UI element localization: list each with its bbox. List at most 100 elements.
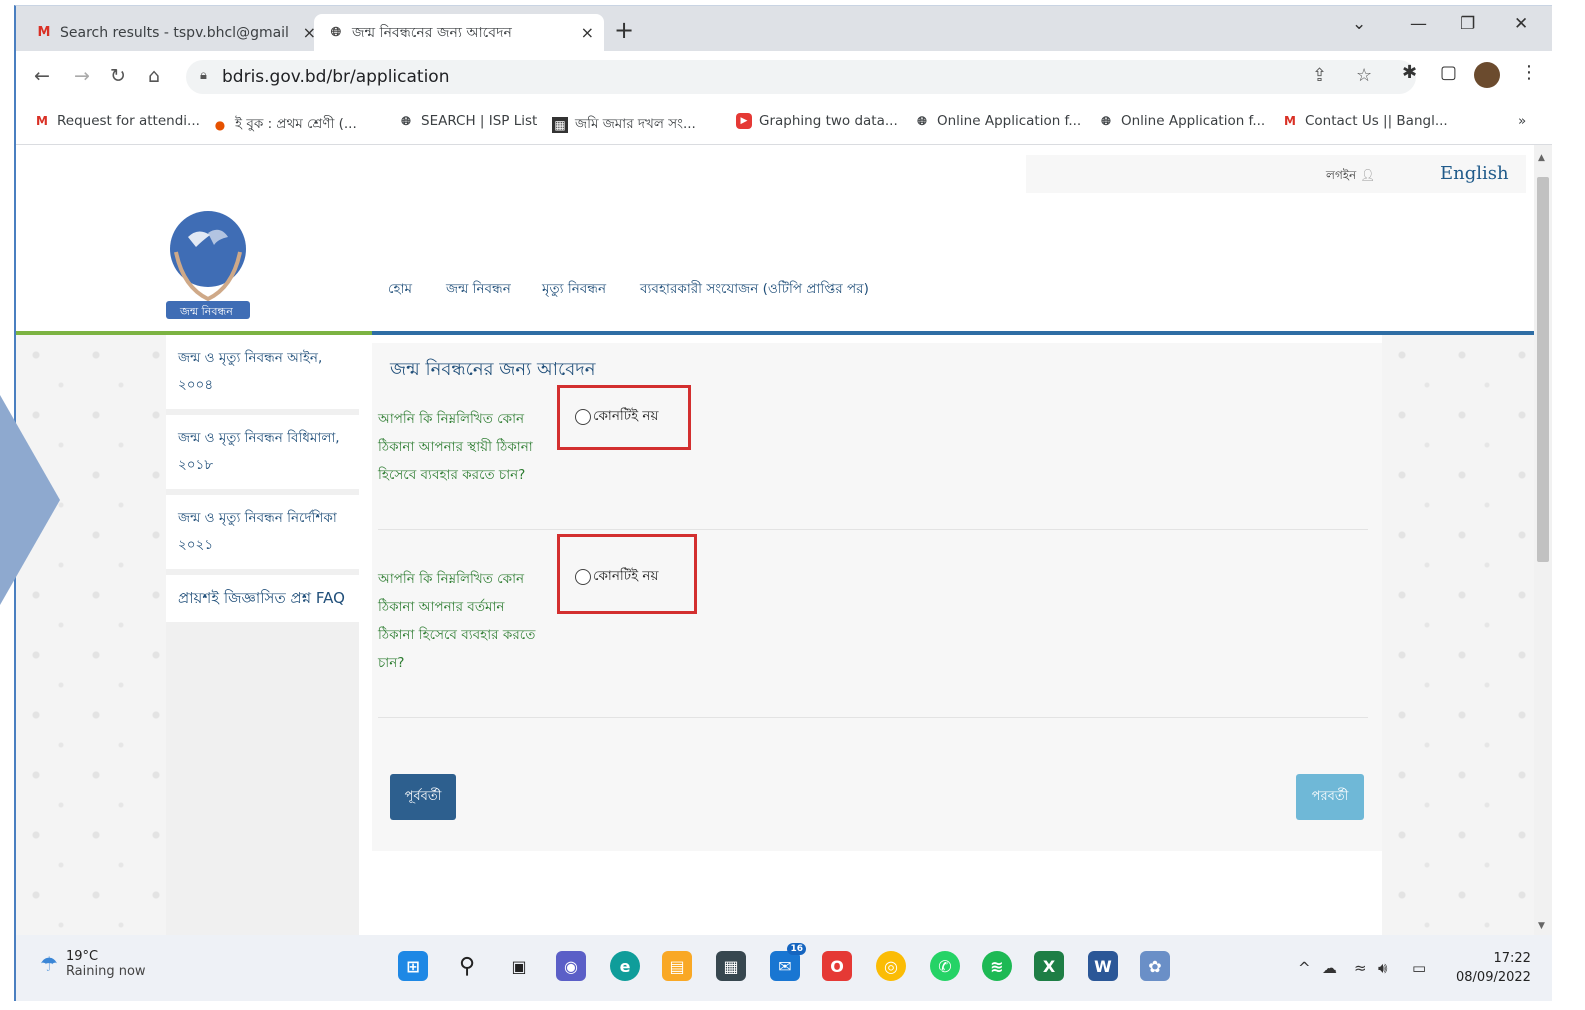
bookmark-item[interactable]: 🌐︎ SEARCH | ISP List bbox=[398, 113, 537, 129]
tab-label: জন্ম নিবন্ধনের জন্য আবেদন bbox=[352, 24, 512, 41]
lock-icon: 🔒︎ bbox=[200, 68, 207, 83]
word-icon[interactable]: W bbox=[1088, 951, 1118, 981]
nav-birth-registration[interactable]: জন্ম নিবন্ধন bbox=[446, 278, 511, 301]
option-label: কোনটিই নয় bbox=[593, 408, 659, 424]
divider bbox=[378, 717, 1368, 718]
forward-icon[interactable]: → bbox=[74, 65, 90, 87]
application-form: জন্ম নিবন্ধনের জন্য আবেদন আপনি কি নিম্নল… bbox=[372, 343, 1382, 851]
tab-active[interactable]: 🌐︎ জন্ম নিবন্ধনের জন্য আবেদন × bbox=[314, 14, 604, 51]
search-icon[interactable]: ⚲ bbox=[452, 951, 482, 981]
rain-icon: ☂ bbox=[40, 952, 58, 976]
task-view-icon[interactable]: ▣ bbox=[504, 951, 534, 981]
office-icon[interactable]: O bbox=[822, 951, 852, 981]
volume-icon[interactable]: 🔊︎ bbox=[1378, 959, 1387, 977]
bookmark-item[interactable]: ▶ Graphing two data... bbox=[736, 113, 898, 129]
menu-icon[interactable]: ⋮ bbox=[1520, 62, 1538, 83]
address-bar[interactable]: 🔒︎ bdris.gov.bd/br/application ⇪ ☆ bbox=[186, 60, 1416, 94]
tab-label: Search results - tspv.bhcl@gmail bbox=[60, 24, 289, 41]
site-logo[interactable]: জন্ম নিবন্ধন bbox=[158, 207, 258, 325]
bookmark-item[interactable]: ● ই বুক : প্রথম শ্রেণী (... bbox=[212, 113, 357, 136]
nav-death-registration[interactable]: মৃত্যু নিবন্ধন bbox=[542, 278, 606, 301]
youtube-icon: ▶ bbox=[736, 113, 752, 129]
scrollbar[interactable]: ▲ ▼ bbox=[1534, 145, 1552, 935]
extensions-icon[interactable]: ✱ bbox=[1402, 62, 1417, 83]
bookmark-item[interactable]: M Request for attendi... bbox=[34, 113, 200, 129]
background-pattern bbox=[1382, 335, 1534, 935]
bookmarks-overflow[interactable]: » bbox=[1518, 113, 1526, 129]
tab-search-icon[interactable]: ⌄ bbox=[1352, 14, 1366, 34]
edge-icon[interactable]: e bbox=[610, 951, 640, 981]
bookmark-item[interactable]: 🌐︎ Online Application f... bbox=[1098, 113, 1265, 129]
back-icon[interactable]: ← bbox=[34, 65, 50, 87]
bookmark-label: Online Application f... bbox=[937, 113, 1082, 129]
option-none-permanent[interactable]: কোনটিই নয় bbox=[575, 405, 658, 428]
star-icon[interactable]: ☆ bbox=[1356, 65, 1372, 86]
reload-icon[interactable]: ↻ bbox=[110, 65, 126, 87]
divider bbox=[378, 529, 1368, 530]
wifi-icon[interactable]: ≈ bbox=[1354, 959, 1367, 977]
tab-strip: M Search results - tspv.bhcl@gmail × 🌐︎ … bbox=[16, 6, 1552, 51]
chat-icon[interactable]: ◉ bbox=[556, 951, 586, 981]
weather-widget[interactable]: ☂ 19°C Raining now bbox=[40, 949, 146, 979]
time: 17:22 bbox=[1493, 951, 1531, 966]
toolbar: ← → ↻ ⌂ 🔒︎ bdris.gov.bd/br/application ⇪… bbox=[16, 51, 1552, 101]
header-divider bbox=[372, 331, 1534, 335]
file-explorer-icon[interactable]: ▤ bbox=[662, 951, 692, 981]
whatsapp-icon[interactable]: ✆ bbox=[930, 951, 960, 981]
question-permanent-address: আপনি কি নিম্নলিখিত কোন ঠিকানা আপনার স্থা… bbox=[378, 411, 533, 483]
bookmark-item[interactable]: 🌐︎ Online Application f... bbox=[914, 113, 1081, 129]
excel-icon[interactable]: X bbox=[1034, 951, 1064, 981]
sidebar-item-rules[interactable]: জন্ম ও মৃত্যু নিবন্ধন বিধিমালা, ২০১৮ bbox=[166, 415, 359, 489]
minimize-icon[interactable]: — bbox=[1410, 14, 1427, 34]
bookmark-item[interactable]: M Contact Us || Bangl... bbox=[1282, 113, 1448, 129]
orange-circle-icon: ● bbox=[214, 117, 226, 132]
login-label: লগইন bbox=[1326, 168, 1357, 182]
nav-home[interactable]: হোম bbox=[388, 278, 412, 301]
login-link[interactable]: লগইন 👤︎ bbox=[1326, 167, 1375, 187]
scroll-down-icon[interactable]: ▼ bbox=[1538, 921, 1545, 931]
web-page: লগইন 👤︎ English জন্ম নিবন্ধন হোম জন্ম নি… bbox=[16, 145, 1534, 935]
window-close-icon[interactable]: ✕ bbox=[1514, 14, 1528, 34]
mail-icon[interactable]: ✉ 16 bbox=[770, 943, 806, 981]
spotify-icon[interactable]: ≋ bbox=[982, 951, 1012, 981]
app-icon[interactable]: ✿ bbox=[1140, 951, 1170, 981]
restore-icon[interactable]: ❐ bbox=[1460, 14, 1475, 34]
sidebar-item-law[interactable]: জন্ম ও মৃত্যু নিবন্ধন আইন, ২০০৪ bbox=[166, 335, 359, 409]
battery-icon[interactable]: ▭ bbox=[1412, 959, 1426, 977]
language-switch[interactable]: English bbox=[1440, 163, 1509, 184]
new-tab-button[interactable]: + bbox=[614, 16, 634, 44]
option-none-present[interactable]: কোনটিই নয় bbox=[575, 565, 658, 588]
close-icon[interactable]: × bbox=[581, 23, 594, 42]
scrollbar-thumb[interactable] bbox=[1537, 177, 1549, 562]
store-icon[interactable]: ▦ bbox=[716, 951, 746, 981]
form-title: জন্ম নিবন্ধনের জন্য আবেদন bbox=[390, 359, 596, 380]
bookmark-item[interactable]: ▦ জমি জমার দখল সং... bbox=[552, 113, 696, 136]
windows-start-icon[interactable]: ⊞ bbox=[398, 951, 428, 981]
chrome-icon[interactable]: ◎ bbox=[876, 951, 906, 981]
tab-gmail[interactable]: M Search results - tspv.bhcl@gmail × bbox=[36, 14, 326, 51]
profile-avatar[interactable] bbox=[1474, 62, 1500, 88]
share-icon[interactable]: ⇪ bbox=[1312, 65, 1327, 86]
scroll-up-icon[interactable]: ▲ bbox=[1538, 153, 1545, 163]
previous-button[interactable]: পূর্ববর্তী bbox=[390, 774, 456, 820]
sidebar-item-faq[interactable]: প্রায়শই জিজ্ঞাসিত প্রশ্ন FAQ bbox=[166, 575, 359, 622]
logo-text: জন্ম নিবন্ধন bbox=[180, 305, 233, 318]
weather-status: Raining now bbox=[65, 964, 146, 979]
radio-button[interactable] bbox=[575, 408, 591, 425]
next-button[interactable]: পরবর্তী bbox=[1296, 774, 1364, 820]
nav-user-add[interactable]: ব্যবহারকারী সংযোজন (ওটিপি প্রাপ্তির পর) bbox=[640, 278, 869, 301]
option-label: কোনটিই নয় bbox=[593, 568, 659, 584]
tray-overflow-icon[interactable]: ^ bbox=[1298, 959, 1311, 977]
sidebar-item-guideline[interactable]: জন্ম ও মৃত্যু নিবন্ধন নির্দেশিকা ২০২১ bbox=[166, 495, 359, 569]
radio-button[interactable] bbox=[575, 568, 591, 585]
sidepanel-icon[interactable]: ▢ bbox=[1440, 62, 1457, 83]
url-text[interactable]: bdris.gov.bd/br/application bbox=[222, 67, 449, 87]
home-icon[interactable]: ⌂ bbox=[148, 65, 160, 87]
mail-badge: 16 bbox=[787, 943, 806, 955]
globe-icon: 🌐︎ bbox=[401, 114, 411, 128]
date: 08/09/2022 bbox=[1456, 970, 1531, 985]
onedrive-icon[interactable]: ☁ bbox=[1322, 959, 1337, 977]
browser-window: M Search results - tspv.bhcl@gmail × 🌐︎ … bbox=[14, 5, 1552, 1001]
globe-icon: 🌐︎ bbox=[1101, 114, 1111, 128]
clock[interactable]: 17:22 08/09/2022 bbox=[1456, 949, 1531, 987]
